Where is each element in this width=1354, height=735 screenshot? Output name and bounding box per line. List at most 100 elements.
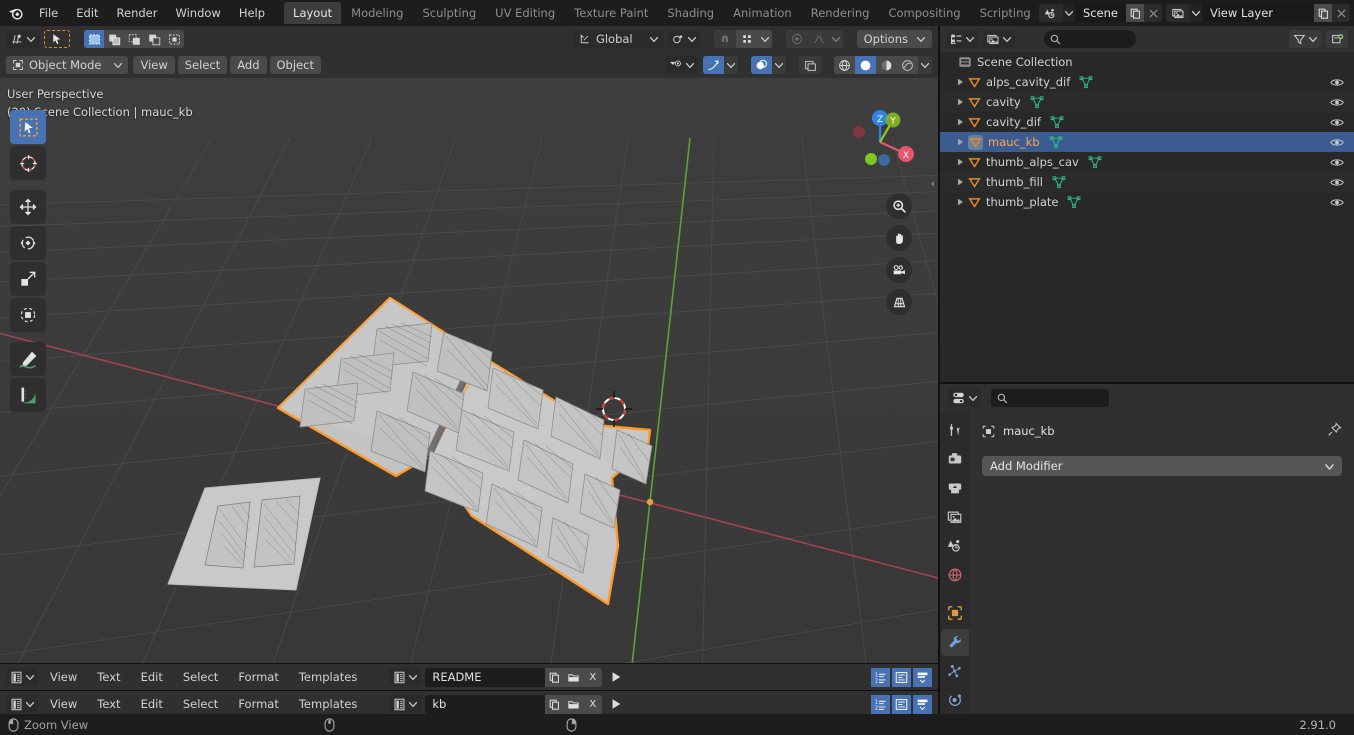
- active-tool-editor-icon[interactable]: [6, 30, 40, 48]
- visibility-eye-icon[interactable]: [1330, 112, 1344, 132]
- new-text-icon[interactable]: [545, 694, 565, 714]
- blender-logo-icon[interactable]: [0, 0, 30, 26]
- xray-icon[interactable]: [799, 56, 821, 74]
- text-menu-text[interactable]: Text: [89, 668, 128, 686]
- run-script-icon[interactable]: [606, 668, 626, 686]
- workspace-tab-compositing[interactable]: Compositing: [879, 2, 969, 24]
- open-text-icon[interactable]: [564, 694, 584, 714]
- view-layer-new-button[interactable]: [1314, 4, 1332, 22]
- scene-datablock[interactable]: Scene: [1038, 4, 1162, 22]
- snap-magnet-icon[interactable]: [713, 30, 736, 48]
- viewport-canvas[interactable]: User Perspective (20) Scene Collection |…: [0, 78, 938, 663]
- viewport-menu-add[interactable]: Add: [230, 56, 267, 74]
- output-tab[interactable]: [941, 474, 969, 501]
- modifier-tab[interactable]: [941, 628, 969, 656]
- visibility-eye-icon[interactable]: [1330, 192, 1344, 212]
- mesh-data-icon[interactable]: [1049, 135, 1063, 149]
- text-datablock-icon[interactable]: [389, 695, 422, 713]
- outliner-item-thumb_fill[interactable]: thumb_fill: [940, 172, 1354, 192]
- transform-tool[interactable]: [10, 298, 46, 332]
- camera-view-icon[interactable]: [886, 257, 912, 283]
- workspace-tab-modeling[interactable]: Modeling: [342, 2, 412, 24]
- gizmo-icon[interactable]: [703, 56, 724, 74]
- pin-icon[interactable]: [1327, 422, 1342, 440]
- line-numbers-icon[interactable]: 12: [871, 694, 890, 714]
- scale-tool[interactable]: [10, 262, 46, 296]
- pivot-point-dropdown[interactable]: [667, 30, 700, 48]
- scene-tab[interactable]: [941, 533, 969, 560]
- mesh-data-icon[interactable]: [1030, 95, 1044, 109]
- shading-solid-icon[interactable]: [855, 56, 876, 74]
- menu-help[interactable]: Help: [230, 3, 274, 23]
- visibility-eye-icon[interactable]: [1330, 152, 1344, 172]
- workspace-tab-uv-editing[interactable]: UV Editing: [486, 2, 564, 24]
- sidebar-collapse-arrow-icon[interactable]: ‹: [928, 172, 938, 194]
- overlays-icon[interactable]: [751, 56, 772, 74]
- disclosure-triangle-icon[interactable]: [952, 98, 968, 106]
- text-menu-templates[interactable]: Templates: [291, 695, 365, 713]
- outliner-item-cavity_dif[interactable]: cavity_dif: [940, 112, 1354, 132]
- text-menu-format[interactable]: Format: [230, 668, 287, 686]
- disclosure-triangle-icon[interactable]: [952, 178, 968, 186]
- visibility-eye-icon[interactable]: [1330, 172, 1344, 192]
- mesh-data-icon[interactable]: [1079, 75, 1093, 89]
- workspace-tab-sculpting[interactable]: Sculpting: [413, 2, 485, 24]
- world-tab[interactable]: [941, 562, 969, 589]
- shading-material-icon[interactable]: [876, 56, 897, 74]
- mesh-data-icon[interactable]: [1050, 115, 1064, 129]
- scene-delete-button[interactable]: [1144, 4, 1162, 22]
- outliner-item-thumb_plate[interactable]: thumb_plate: [940, 192, 1354, 212]
- transform-orientation-dropdown[interactable]: Global: [572, 30, 664, 48]
- menu-render[interactable]: Render: [108, 3, 167, 23]
- object-visibility-dropdown[interactable]: [665, 56, 698, 74]
- view-layer-datablock[interactable]: View Layer: [1166, 4, 1350, 22]
- visibility-eye-icon[interactable]: [1330, 132, 1344, 152]
- workspace-tab-animation[interactable]: Animation: [724, 2, 801, 24]
- text-filename[interactable]: kb: [425, 694, 546, 714]
- select-subtract-icon[interactable]: [124, 30, 144, 48]
- tool-tab[interactable]: [941, 416, 969, 443]
- rotate-tool[interactable]: [10, 226, 46, 260]
- shading-rendered-icon[interactable]: [897, 56, 918, 74]
- mesh-data-icon[interactable]: [1088, 155, 1102, 169]
- scene-new-button[interactable]: [1126, 4, 1144, 22]
- hand-pan-icon[interactable]: [886, 225, 912, 251]
- text-editor-type-icon[interactable]: [6, 668, 38, 686]
- disclosure-triangle-icon[interactable]: [952, 118, 968, 126]
- word-wrap-icon[interactable]: [892, 667, 911, 687]
- line-numbers-icon[interactable]: 12: [871, 667, 890, 687]
- menu-edit[interactable]: Edit: [67, 3, 107, 23]
- outliner-item-alps_cavity_dif[interactable]: alps_cavity_dif: [940, 72, 1354, 92]
- unlink-text-icon[interactable]: X: [583, 694, 603, 714]
- new-collection-icon[interactable]: [1326, 30, 1348, 48]
- view-layer-name[interactable]: View Layer: [1202, 4, 1314, 22]
- text-menu-templates[interactable]: Templates: [291, 668, 365, 686]
- physics-tab[interactable]: [941, 687, 969, 714]
- active-tool-icon[interactable]: [44, 30, 70, 48]
- filter-funnel-icon[interactable]: [1289, 30, 1321, 48]
- annotate-tool[interactable]: [10, 342, 46, 376]
- text-filename-field[interactable]: README X: [425, 667, 603, 687]
- falloff-icon[interactable]: [807, 30, 830, 48]
- shading-chevron-icon[interactable]: [918, 56, 932, 74]
- viewport-menu-object[interactable]: Object: [269, 56, 321, 74]
- text-filename[interactable]: README: [425, 667, 546, 687]
- gizmo-chevron-icon[interactable]: [724, 56, 738, 74]
- outliner-search-input[interactable]: [1044, 30, 1136, 48]
- navigation-gizmo[interactable]: Z Y X: [844, 106, 916, 178]
- text-filename-field[interactable]: kb X: [425, 694, 603, 714]
- view-layer-chevron-icon[interactable]: [1190, 4, 1202, 22]
- select-difference-icon[interactable]: [144, 30, 164, 48]
- scene-name[interactable]: Scene: [1074, 4, 1126, 22]
- outliner-display-mode-icon[interactable]: [946, 30, 978, 48]
- workspace-tab-shading[interactable]: Shading: [658, 2, 723, 24]
- render-tab[interactable]: [941, 445, 969, 472]
- visibility-eye-icon[interactable]: [1330, 72, 1344, 92]
- text-menu-select[interactable]: Select: [175, 695, 226, 713]
- outliner-item-cavity[interactable]: cavity: [940, 92, 1354, 112]
- viewport-menu-view[interactable]: View: [133, 56, 175, 74]
- workspace-tab-layout[interactable]: Layout: [284, 2, 342, 24]
- scene-chevron-icon[interactable]: [1063, 4, 1075, 22]
- text-editor-type-icon[interactable]: [6, 695, 38, 713]
- text-datablock-icon[interactable]: [389, 668, 422, 686]
